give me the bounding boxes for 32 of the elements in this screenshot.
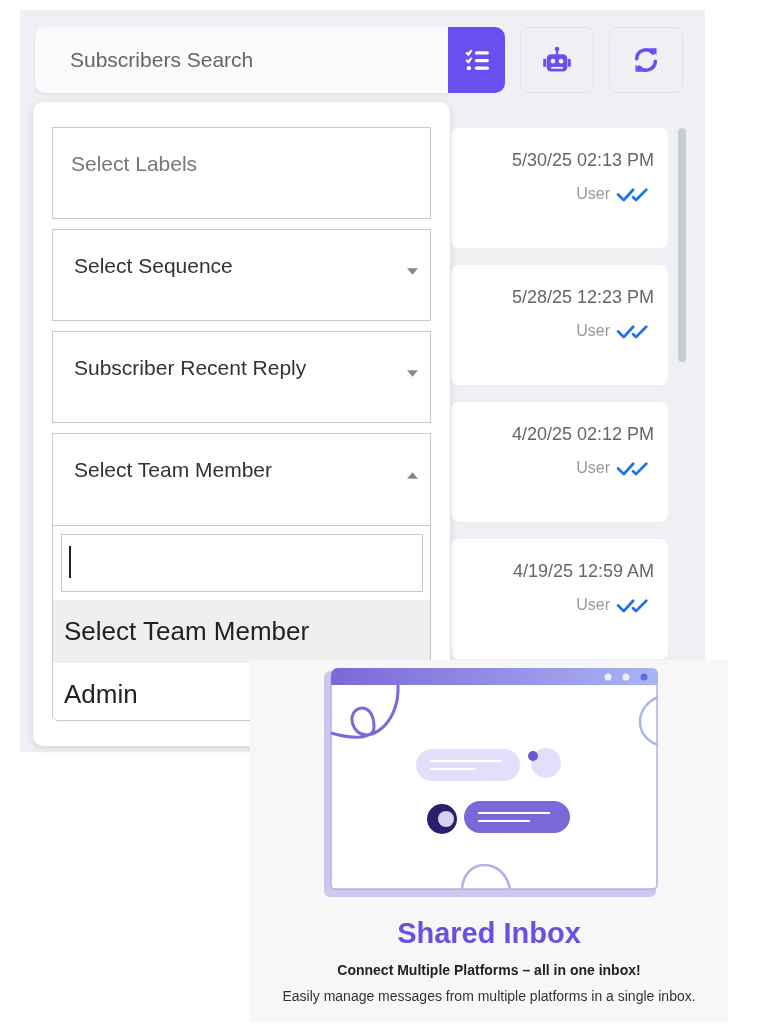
- robot-icon: [542, 46, 572, 74]
- sender-label: User: [576, 322, 610, 340]
- sender-label: User: [576, 185, 610, 203]
- conversation-card[interactable]: 4/19/25 12:59 AM User: [451, 539, 668, 659]
- checklist-icon: [463, 47, 490, 73]
- conversation-card[interactable]: 5/28/25 12:23 PM User: [451, 265, 668, 385]
- text-cursor: [69, 546, 71, 578]
- menu-search-field[interactable]: [61, 534, 423, 592]
- menu-option[interactable]: Select Team Member: [53, 600, 430, 663]
- conversation-card[interactable]: 5/30/25 02:13 PM User: [451, 128, 668, 248]
- robot-button[interactable]: [520, 27, 594, 93]
- caret-icon: [407, 268, 418, 275]
- select-field[interactable]: Select Sequence: [52, 229, 431, 321]
- promo-subtitle: Connect Multiple Platforms – all in one inbox!: [337, 962, 641, 978]
- refresh-icon: [632, 46, 660, 74]
- message-time: 5/28/25 12:23 PM: [511, 287, 654, 308]
- select-field[interactable]: Subscriber Recent Reply: [52, 331, 431, 423]
- promo-description: Easily manage messages from multiple platforms in a single inbox.: [282, 988, 696, 1004]
- sender-label: User: [576, 459, 610, 477]
- labels-field[interactable]: Select Labels: [52, 127, 431, 219]
- caret-icon: [407, 472, 418, 479]
- sender-label: User: [576, 596, 610, 614]
- conversation-card[interactable]: 4/20/25 02:12 PM User: [451, 402, 668, 522]
- scrollbar[interactable]: [678, 128, 686, 362]
- message-time: 4/20/25 02:12 PM: [511, 424, 654, 445]
- caret-icon: [407, 370, 418, 377]
- promo-title: Shared Inbox: [397, 917, 581, 950]
- refresh-button[interactable]: [609, 27, 683, 93]
- search-field[interactable]: Subscribers Search: [35, 27, 448, 93]
- message-time: 5/30/25 02:13 PM: [511, 150, 654, 171]
- message-time: 4/19/25 12:59 AM: [512, 561, 654, 582]
- filter-button[interactable]: [448, 27, 505, 93]
